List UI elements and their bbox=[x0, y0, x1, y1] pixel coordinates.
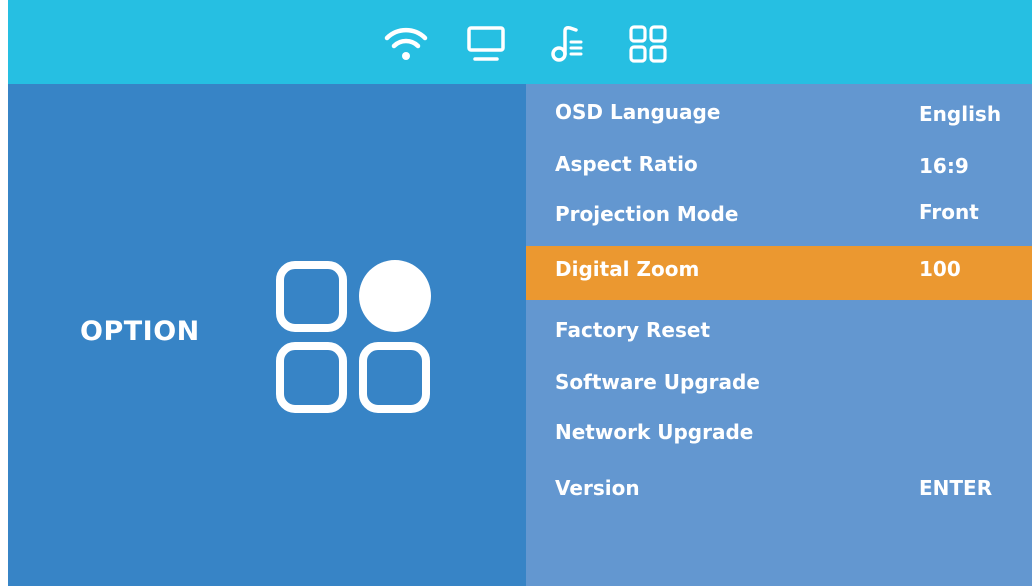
wifi-icon[interactable] bbox=[384, 22, 428, 66]
menu-item-label: Software Upgrade bbox=[555, 370, 760, 394]
menu-item-label: Digital Zoom bbox=[555, 257, 700, 281]
menu-item-osd-language[interactable]: OSD Language English bbox=[526, 98, 1032, 128]
menu-item-label: OSD Language bbox=[555, 100, 721, 124]
menu-item-software-upgrade[interactable]: Software Upgrade bbox=[526, 368, 1032, 398]
menu-item-version[interactable]: Version ENTER bbox=[526, 474, 1032, 504]
menu-item-aspect-ratio[interactable]: Aspect Ratio 16:9 bbox=[526, 150, 1032, 180]
menu-item-network-upgrade[interactable]: Network Upgrade bbox=[526, 420, 1032, 450]
menu-item-factory-reset[interactable]: Factory Reset bbox=[526, 316, 1032, 346]
menu-item-label: Version bbox=[555, 476, 640, 500]
top-menu-bar bbox=[8, 0, 1032, 84]
menu-item-value: ENTER bbox=[919, 476, 993, 500]
music-note-icon[interactable] bbox=[546, 22, 590, 66]
monitor-icon[interactable] bbox=[464, 22, 508, 66]
menu-item-label: Projection Mode bbox=[555, 202, 739, 226]
section-panel: OPTION bbox=[8, 84, 526, 586]
menu-item-value: 100 bbox=[919, 257, 961, 281]
section-title: OPTION bbox=[80, 316, 200, 347]
menu-item-label: Factory Reset bbox=[555, 318, 710, 342]
settings-list: OSD Language English Aspect Ratio 16:9 P… bbox=[526, 84, 1032, 586]
option-grid-icon bbox=[276, 260, 431, 413]
menu-item-value: English bbox=[919, 102, 1002, 126]
menu-item-digital-zoom[interactable]: Digital Zoom 100 bbox=[526, 246, 1032, 300]
menu-item-label: Aspect Ratio bbox=[555, 152, 698, 176]
osd-menu: OPTION OSD Language English Aspect Ratio… bbox=[8, 0, 1032, 586]
menu-item-value: Front bbox=[919, 200, 979, 224]
menu-item-value: 16:9 bbox=[919, 154, 969, 178]
menu-item-projection-mode[interactable]: Projection Mode Front bbox=[526, 200, 1032, 230]
grid-icon[interactable] bbox=[626, 22, 670, 66]
menu-item-label: Network Upgrade bbox=[555, 420, 754, 444]
